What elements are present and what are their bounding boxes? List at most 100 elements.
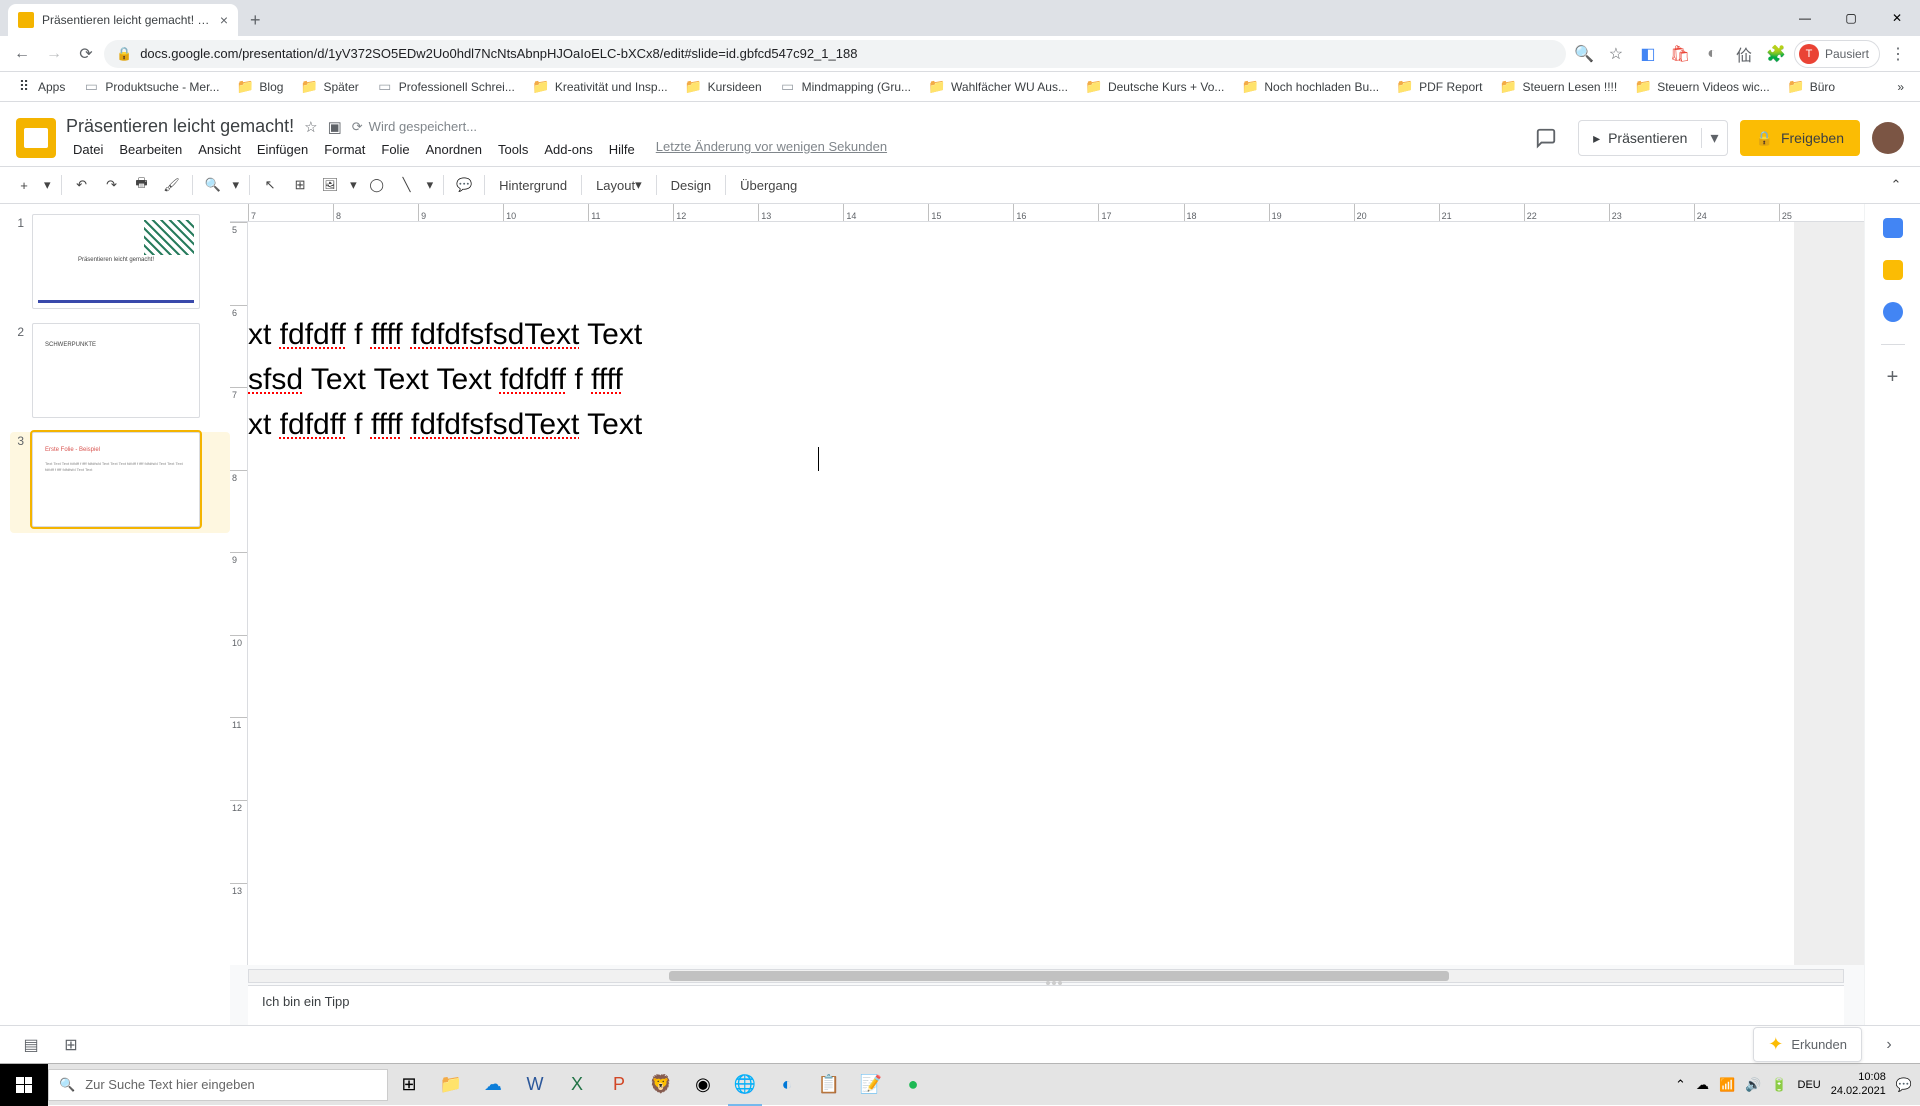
star-doc-icon[interactable]: ☆ [304,118,317,136]
menu-format[interactable]: Format [317,139,372,160]
bookmark-item[interactable]: 📁Noch hochladen Bu... [1234,75,1387,99]
speaker-notes[interactable]: Ich bin ein Tipp [248,985,1844,1025]
maximize-button[interactable]: ▢ [1828,0,1874,36]
powerpoint-app[interactable]: P [598,1064,640,1106]
notes-resize-handle[interactable] [1046,981,1076,987]
task-view-button[interactable]: ⊞ [388,1064,430,1106]
image-tool[interactable]: 🖼 [316,171,344,199]
new-tab-button[interactable]: + [238,4,273,36]
bookmark-item[interactable]: 📁PDF Report [1389,75,1490,99]
zoom-icon[interactable]: 🔍 [1570,40,1598,68]
ext1-icon[interactable]: ◧ [1634,40,1662,68]
bookmark-item[interactable]: 📁Wahlfächer WU Aus... [921,75,1076,99]
spotify-app[interactable]: ● [892,1064,934,1106]
slide-thumb-1[interactable]: 1 Präsentieren leicht gemacht! [10,214,230,309]
layout-button[interactable]: Layout ▾ [588,171,650,199]
menu-anordnen[interactable]: Anordnen [419,139,489,160]
redo-button[interactable]: ↷ [98,171,126,199]
slides-logo-icon[interactable] [16,118,56,158]
battery-icon[interactable]: 🔋 [1771,1077,1787,1093]
reload-button[interactable]: ⟳ [72,40,100,68]
profile-chip[interactable]: T Pausiert [1794,40,1880,68]
collapse-toolbar-button[interactable]: ⌃ [1882,171,1910,199]
background-button[interactable]: Hintergrund [491,171,575,199]
bookmark-item[interactable]: ▭Professionell Schrei... [369,75,523,99]
ext2-icon[interactable]: 🛍 [1666,40,1694,68]
start-button[interactable] [0,1064,48,1106]
app-icon[interactable]: 📝 [850,1064,892,1106]
slide-thumb-3[interactable]: 3 Erste Folie - Beispiel Text Text Text … [10,432,230,533]
slide-canvas[interactable]: xt fdfdff f ffff fdfdfsfsdText Text sfsd… [248,222,1864,965]
thumbnail[interactable]: Präsentieren leicht gemacht! [32,214,200,309]
bookmark-item[interactable]: 📁Steuern Lesen !!!! [1492,75,1625,99]
add-addon-button[interactable]: + [1883,367,1903,387]
scroll-thumb[interactable] [669,971,1449,981]
present-button[interactable]: ▸Präsentieren [1579,130,1701,147]
present-dropdown[interactable]: ▾ [1701,128,1726,148]
image-dropdown[interactable]: ▾ [346,171,361,199]
print-button[interactable]: 🖶 [128,171,156,199]
bookmark-item[interactable]: 📁Büro [1780,75,1843,99]
slide-text-content[interactable]: xt fdfdff f ffff fdfdfsfsdText Text sfsd… [248,312,642,447]
wifi-icon[interactable]: 📶 [1719,1077,1735,1093]
ext4-icon[interactable]: 佡 [1730,40,1758,68]
calendar-icon[interactable] [1883,218,1903,238]
new-slide-button[interactable]: + [10,171,38,199]
bookmark-item[interactable]: 📁Deutsche Kurs + Vo... [1078,75,1232,99]
textbox-tool[interactable]: ⊞ [286,171,314,199]
bookmark-item[interactable]: 📁Steuern Videos wic... [1627,75,1778,99]
chrome-app[interactable]: 🌐 [724,1064,766,1106]
menu-hilfe[interactable]: Hilfe [602,139,642,160]
paint-format-button[interactable]: 🖌 [158,171,186,199]
star-icon[interactable]: ☆ [1602,40,1630,68]
menu-icon[interactable]: ⋮ [1884,40,1912,68]
url-input[interactable]: 🔒 docs.google.com/presentation/d/1yV372S… [104,40,1566,68]
notifications-icon[interactable]: 💬 [1896,1077,1912,1093]
word-app[interactable]: W [514,1064,556,1106]
bookmark-item[interactable]: 📁Kursideen [678,75,770,99]
taskbar-search[interactable]: 🔍Zur Suche Text hier eingeben [48,1069,388,1101]
forward-button[interactable]: → [40,40,68,68]
thumbnail[interactable]: Erste Folie - Beispiel Text Text Text fd… [32,432,200,527]
back-button[interactable]: ← [8,40,36,68]
menu-ansicht[interactable]: Ansicht [191,139,248,160]
excel-app[interactable]: X [556,1064,598,1106]
bookmark-item[interactable]: ▭Produktsuche - Mer... [75,75,227,99]
move-doc-icon[interactable]: ▣ [328,118,342,136]
edge-app[interactable]: ◐ [766,1064,808,1106]
comments-button[interactable] [1526,118,1566,158]
menu-addons[interactable]: Add-ons [537,139,599,160]
minimize-button[interactable]: — [1782,0,1828,36]
grid-view-button[interactable]: ⊞ [56,1030,86,1060]
tasks-icon[interactable] [1883,302,1903,322]
explorer-app[interactable]: 📁 [430,1064,472,1106]
share-button[interactable]: 🔒Freigeben [1740,120,1860,156]
bookmark-item[interactable]: 📁Kreativität und Insp... [525,75,676,99]
browser-tab[interactable]: Präsentieren leicht gemacht! - G × [8,4,238,36]
filmstrip[interactable]: 1 Präsentieren leicht gemacht! 2 SCHWERP… [0,204,230,1025]
volume-icon[interactable]: 🔊 [1745,1077,1761,1093]
design-button[interactable]: Design [663,171,719,199]
onedrive-icon[interactable]: ☁ [1696,1077,1709,1093]
close-tab-icon[interactable]: × [220,12,228,28]
app-icon[interactable]: 📋 [808,1064,850,1106]
slide-thumb-2[interactable]: 2 SCHWERPUNKTE [10,323,230,418]
select-tool[interactable]: ↖ [256,171,284,199]
close-window-button[interactable]: ✕ [1874,0,1920,36]
line-dropdown[interactable]: ▾ [423,171,438,199]
menu-tools[interactable]: Tools [491,139,535,160]
thumbnail[interactable]: SCHWERPUNKTE [32,323,200,418]
horizontal-ruler[interactable]: 7 8 9 10 11 12 13 14 15 16 17 18 19 20 2… [230,204,1864,222]
menu-folie[interactable]: Folie [374,139,416,160]
app-icon[interactable]: 🦁 [640,1064,682,1106]
zoom-dropdown[interactable]: ▾ [229,171,244,199]
bookmark-item[interactable]: 📁Später [293,75,366,99]
line-tool[interactable]: ╲ [393,171,421,199]
comment-tool[interactable]: 💬 [450,171,478,199]
menu-bearbeiten[interactable]: Bearbeiten [112,139,189,160]
obs-app[interactable]: ◉ [682,1064,724,1106]
language-indicator[interactable]: DEU [1798,1079,1821,1091]
app-icon[interactable]: ☁ [472,1064,514,1106]
new-slide-dropdown[interactable]: ▾ [40,171,55,199]
bookmark-item[interactable]: ▭Mindmapping (Gru... [772,75,919,99]
